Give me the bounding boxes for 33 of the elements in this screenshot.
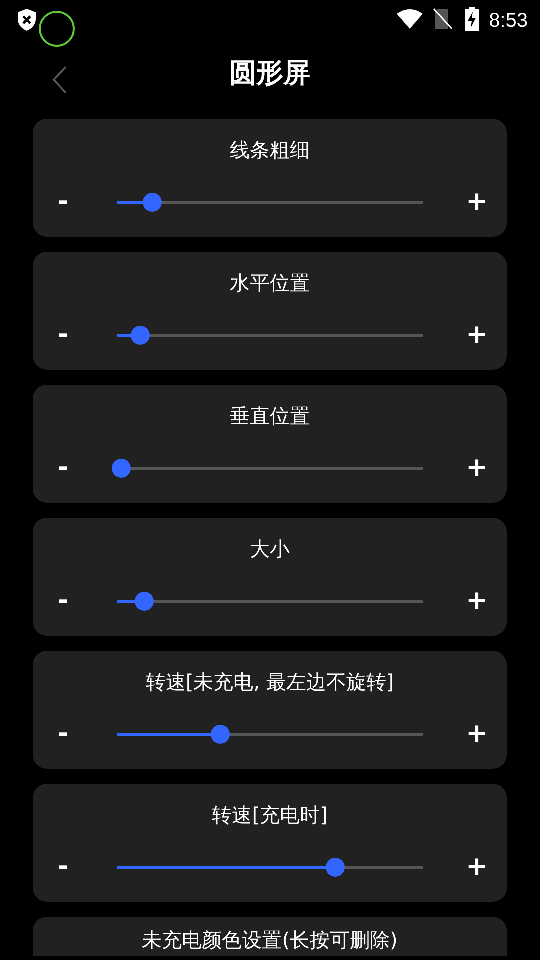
plus-button[interactable]: + (447, 322, 507, 348)
setting-label: 线条粗细 (229, 137, 311, 164)
ring-icon (38, 10, 76, 48)
plus-button[interactable]: + (447, 455, 507, 481)
back-icon[interactable] (52, 66, 68, 94)
minus-button[interactable]: - (33, 322, 93, 348)
wifi-icon (397, 9, 424, 29)
slider-thumb[interactable] (142, 192, 162, 212)
setting-label: 转速[未充电, 最左边不旋转] (144, 669, 396, 696)
shield-icon (16, 8, 38, 32)
clock-time: 8:53 (489, 9, 528, 34)
minus-button[interactable]: - (33, 588, 93, 614)
no-sim-icon (433, 8, 454, 30)
slider-thumb[interactable] (130, 326, 150, 344)
plus-button[interactable]: + (447, 721, 507, 747)
setting-label: 垂直位置 (229, 403, 311, 430)
slider-thumb[interactable] (134, 592, 154, 610)
plus-button[interactable]: + (447, 588, 507, 614)
slider-thumb[interactable] (112, 458, 131, 478)
minus-button[interactable]: - (33, 455, 93, 481)
minus-button[interactable]: - (33, 189, 93, 215)
setting-label: 未充电颜色设置(长按可删除) (141, 927, 399, 954)
plus-button[interactable]: + (447, 854, 507, 880)
setting-label: 大小 (249, 536, 291, 563)
minus-button[interactable]: - (33, 721, 93, 747)
setting-label: 水平位置 (229, 270, 311, 297)
battery-charging-icon (465, 7, 480, 31)
slider-thumb[interactable] (211, 724, 230, 744)
setting-label: 转速[充电时] (211, 802, 329, 829)
plus-button[interactable]: + (447, 189, 507, 215)
minus-button[interactable]: - (33, 854, 93, 880)
page-title: 圆形屏 (230, 57, 310, 91)
slider-thumb[interactable] (326, 858, 345, 876)
